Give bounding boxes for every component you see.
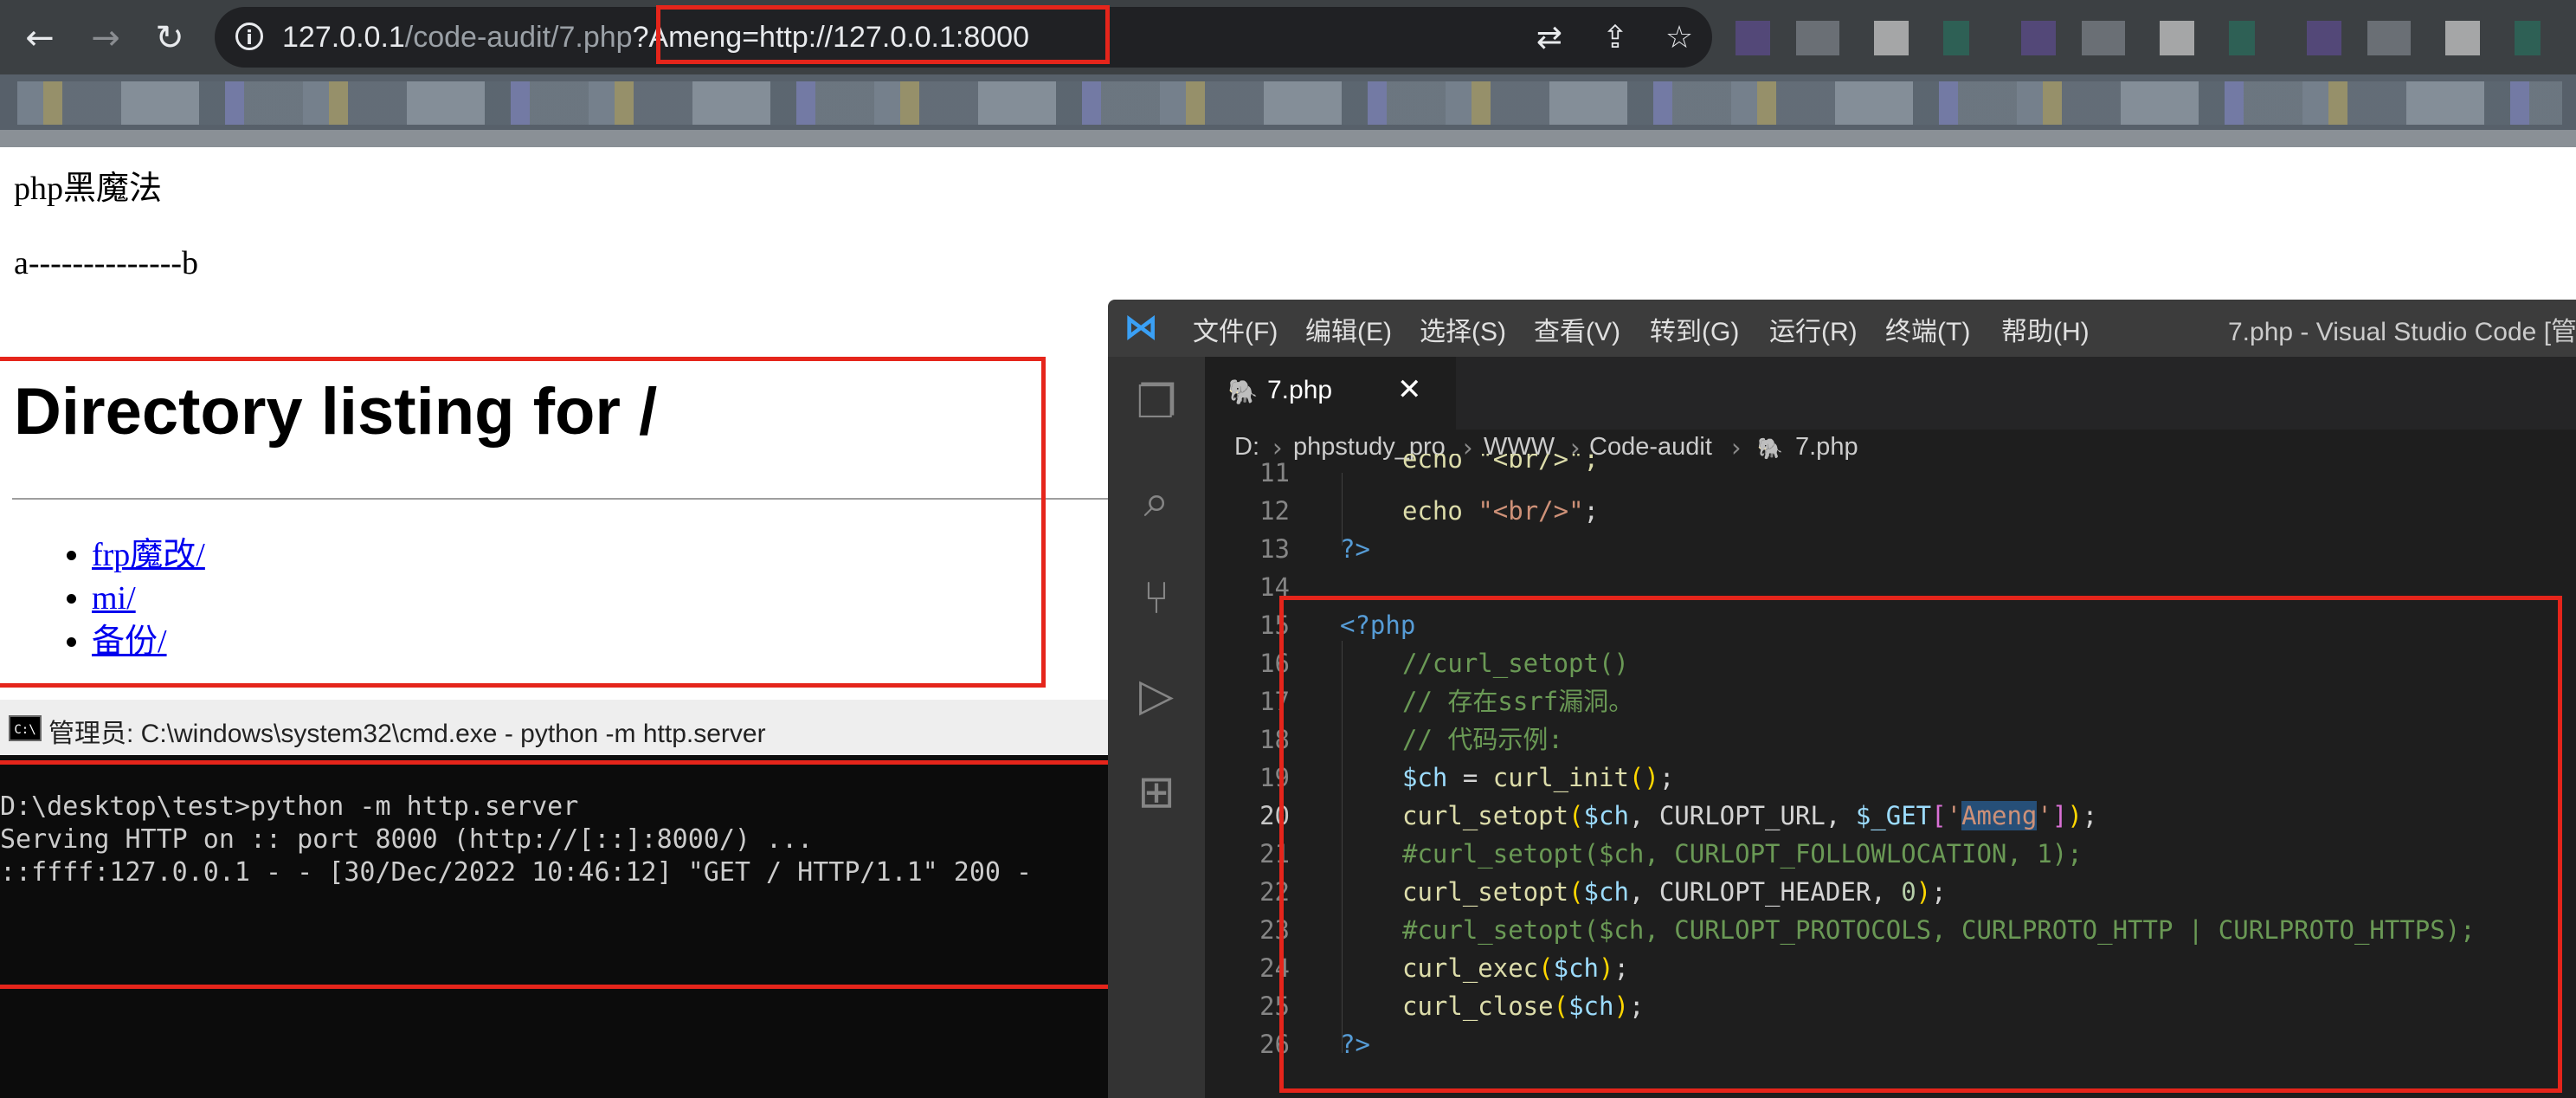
menu-terminal[interactable]: 终端(T)	[1885, 310, 1970, 348]
url-path: /code-audit/7.php	[404, 21, 633, 54]
line-number: 18	[1259, 725, 1290, 754]
vscode-logo-icon: ⋈	[1124, 307, 1158, 347]
bookmarks-blurred	[17, 81, 2562, 125]
translate-icon[interactable]: ⇄	[1529, 17, 1570, 59]
menu-view[interactable]: 查看(V)	[1534, 310, 1620, 348]
activity-bar	[1108, 357, 1205, 1098]
line-number: 26	[1259, 1030, 1290, 1059]
code-line: echo "<br/>";	[1402, 496, 1599, 526]
line-number-current: 20	[1259, 801, 1290, 830]
line-number: 25	[1259, 991, 1290, 1021]
highlight-directory-listing	[0, 357, 1046, 688]
line-number: 15	[1259, 610, 1290, 640]
highlight-cmd-output	[0, 760, 1122, 989]
line-number: 23	[1259, 915, 1290, 945]
highlight-url-query	[656, 5, 1110, 64]
line-number: 14	[1259, 572, 1290, 602]
menu-run[interactable]: 运行(R)	[1769, 310, 1858, 348]
tab-label: 7.php	[1267, 376, 1333, 404]
page-text-title: php黑魔法	[14, 171, 163, 207]
breadcrumb-item[interactable]: 7.php	[1795, 433, 1858, 462]
run-debug-icon[interactable]: ▷	[1122, 665, 1191, 726]
menu-selection[interactable]: 选择(S)	[1420, 310, 1506, 348]
line-number: 21	[1259, 839, 1290, 869]
close-icon[interactable]: ✕	[1397, 372, 1422, 407]
site-info-icon[interactable]: i	[235, 23, 263, 50]
search-icon[interactable]: ⌕	[1122, 471, 1191, 532]
menu-go[interactable]: 转到(G)	[1650, 310, 1739, 348]
bookmark-star-icon[interactable]: ☆	[1658, 17, 1700, 59]
vscode-window-title: 7.php - Visual Studio Code [管理	[2228, 318, 2576, 346]
breadcrumb-item[interactable]: Code-audit	[1589, 433, 1712, 462]
explorer-icon[interactable]: ❐	[1122, 372, 1191, 433]
line-number: 12	[1259, 496, 1290, 526]
php-file-icon: 🐘	[1757, 436, 1783, 461]
forward-arrow-icon[interactable]: →	[80, 12, 132, 64]
code-line: ?>	[1340, 534, 1370, 564]
share-icon[interactable]: ⇪	[1594, 17, 1636, 59]
source-control-icon[interactable]: ⑂	[1122, 568, 1191, 629]
highlight-php-code	[1279, 596, 2562, 1093]
php-file-icon: 🐘	[1227, 378, 1259, 406]
cmd-title: 管理员: C:\windows\system32\cmd.exe - pytho…	[48, 720, 766, 748]
line-number: 16	[1259, 649, 1290, 678]
extensions-icon[interactable]: ⊞	[1122, 762, 1191, 823]
chrome-edge	[0, 130, 2576, 147]
url-host: 127.0.0.1	[282, 21, 405, 54]
cmd-window-icon: C:\	[9, 715, 42, 741]
line-number: 22	[1259, 877, 1290, 907]
menu-help[interactable]: 帮助(H)	[2001, 310, 2090, 348]
line-number: 24	[1259, 953, 1290, 983]
page-text-separator: a--------------b	[14, 245, 199, 281]
line-number: 19	[1259, 763, 1290, 792]
reload-icon[interactable]: ↻	[144, 12, 196, 64]
back-arrow-icon[interactable]: ←	[14, 12, 66, 64]
code-line: echo "<br/>";	[1402, 454, 1599, 473]
chevron-right-icon: ›	[1731, 433, 1742, 462]
line-number: 17	[1259, 687, 1290, 716]
line-number: 13	[1259, 534, 1290, 564]
menu-file[interactable]: 文件(F)	[1193, 310, 1278, 348]
extensions-area	[1736, 21, 2566, 55]
menu-edit[interactable]: 编辑(E)	[1305, 310, 1392, 348]
line-number: 11	[1259, 458, 1290, 488]
